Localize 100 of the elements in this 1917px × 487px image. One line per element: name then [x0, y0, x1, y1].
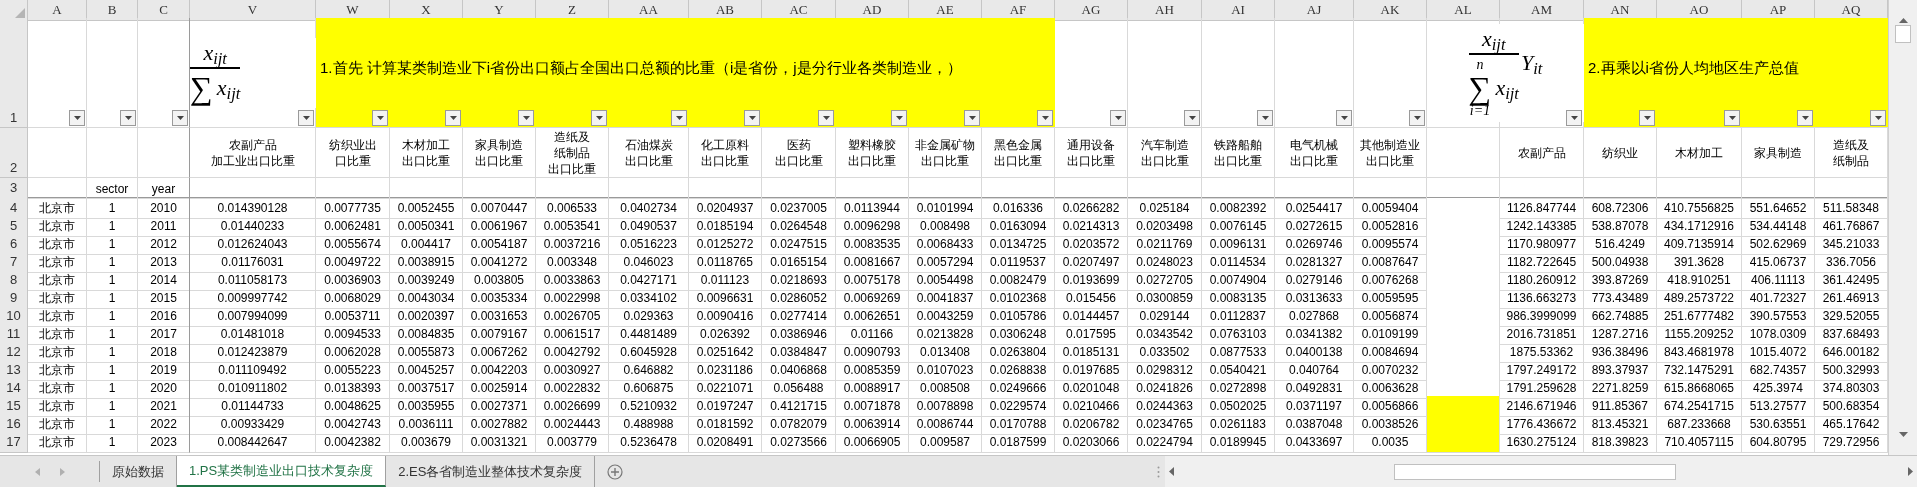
table-cell: 0.0782079 [762, 414, 836, 435]
table-cell: 0.0277414 [762, 306, 836, 327]
column-header[interactable]: AK [1354, 0, 1427, 21]
table-cell: 1 [87, 324, 138, 345]
column-header[interactable]: W [316, 0, 390, 21]
row-header[interactable]: 2 [0, 128, 28, 178]
table-cell: 2271.8259 [1584, 378, 1657, 399]
table-cell: 0.0031321 [463, 432, 536, 453]
row-header[interactable]: 16 [0, 414, 28, 435]
table-cell: 0.0027882 [463, 414, 536, 435]
column-header[interactable]: Y [463, 0, 536, 21]
table-cell: 0.0062028 [316, 342, 390, 363]
table-cell: 818.39823 [1584, 432, 1657, 453]
row-header[interactable]: 4 [0, 198, 28, 219]
table-cell: 534.44148 [1742, 216, 1815, 237]
table-cell: 0.01176031 [190, 252, 316, 273]
table-cell: 0.0045257 [390, 360, 463, 381]
column-header[interactable]: V [190, 0, 316, 21]
table-cell: 0.0022998 [536, 288, 609, 309]
row-header[interactable]: 15 [0, 396, 28, 417]
table-cell: 0.0877533 [1202, 342, 1275, 363]
table-cell: 0.0090793 [836, 342, 909, 363]
column-header[interactable]: A [28, 0, 87, 21]
column-header[interactable]: AF [982, 0, 1055, 21]
column-header[interactable]: AP [1742, 0, 1815, 21]
row-header[interactable]: 3 [0, 178, 28, 199]
column-header[interactable]: AB [689, 0, 762, 21]
column-header[interactable]: AQ [1815, 0, 1888, 21]
table-cell: 0.0025914 [463, 378, 536, 399]
table-cell: 北京市 [28, 324, 87, 345]
column-header[interactable]: AO [1657, 0, 1742, 21]
column-label: 石油煤炭 [624, 136, 673, 153]
row-header[interactable]: 9 [0, 288, 28, 309]
column-header[interactable]: AM [1500, 0, 1584, 21]
column-label: 出口比重 [402, 152, 450, 169]
table-cell: 0.0102368 [982, 288, 1055, 309]
table-cell: 0.0031653 [463, 306, 536, 327]
table-cell: 0.025184 [1128, 198, 1202, 219]
table-cell: 0.0119537 [982, 252, 1055, 273]
row-header[interactable]: 17 [0, 432, 28, 453]
table-cell: 0.0144457 [1055, 306, 1128, 327]
table-cell: 410.7556825 [1657, 198, 1742, 219]
sheet-tab[interactable]: 1.PS某类制造业出口技术复杂度 [177, 456, 387, 487]
row-header[interactable]: 11 [0, 324, 28, 345]
table-cell: 513.27577 [1742, 396, 1815, 417]
column-header[interactable]: AN [1584, 0, 1657, 21]
column-label: 出口比重 [1366, 152, 1414, 169]
table-cell: 0.046023 [609, 252, 689, 273]
table-cell: 0.0068029 [316, 288, 390, 309]
column-header[interactable]: AH [1128, 0, 1202, 21]
table-cell: 0.0406868 [762, 360, 836, 381]
table-cell: 0.5236478 [609, 432, 689, 453]
table-cell: 0.0201048 [1055, 378, 1128, 399]
table-cell: 0.0763103 [1202, 324, 1275, 345]
column-header[interactable]: AG [1055, 0, 1128, 21]
column-label: 出口比重 [774, 152, 823, 169]
table-cell: 418.910251 [1657, 270, 1742, 291]
column-header[interactable]: AI [1202, 0, 1275, 21]
column-header[interactable]: C [138, 0, 190, 21]
table-cell: 843.4681978 [1657, 342, 1742, 363]
table-cell: 北京市 [28, 432, 87, 453]
row-header[interactable]: 5 [0, 216, 28, 237]
table-cell: 0.4481489 [609, 324, 689, 345]
row-header[interactable]: 12 [0, 342, 28, 363]
table-cell: 0.0052455 [390, 198, 463, 219]
table-cell: 0.0078898 [909, 396, 982, 417]
table-cell: 0.0053541 [536, 216, 609, 237]
column-header[interactable]: AD [836, 0, 909, 21]
table-cell: 0.0264548 [762, 216, 836, 237]
row-header[interactable]: 8 [0, 270, 28, 291]
table-cell: 0.0247515 [762, 234, 836, 255]
table-cell: 0.0030927 [536, 360, 609, 381]
row-header[interactable]: 14 [0, 378, 28, 399]
table-cell: 1 [87, 342, 138, 363]
row-header[interactable]: 1 [0, 18, 28, 128]
table-cell: 0.0070447 [463, 198, 536, 219]
column-header[interactable]: AJ [1275, 0, 1354, 21]
table-cell: 415.06737 [1742, 252, 1815, 273]
column-header[interactable]: B [87, 0, 138, 21]
column-label: 塑料橡胶 [848, 136, 896, 153]
column-header[interactable]: AE [909, 0, 982, 21]
table-cell: 0.0341382 [1275, 324, 1354, 345]
formula-upper-limit: n [1476, 58, 1484, 72]
row-header[interactable]: 10 [0, 306, 28, 327]
column-header[interactable]: AL [1427, 0, 1500, 21]
column-header[interactable]: X [390, 0, 463, 21]
column-header[interactable]: AC [762, 0, 836, 21]
table-cell: 0.0165154 [762, 252, 836, 273]
sheet-tab[interactable]: 2.ES各省制造业整体技术复杂度 [386, 456, 596, 487]
table-cell: 0.0203498 [1128, 216, 1202, 237]
table-cell: 0.4121715 [762, 396, 836, 417]
table-cell: 0.009997742 [190, 288, 316, 309]
table-cell: 0.017595 [1055, 324, 1128, 345]
table-cell: 0.0042382 [316, 432, 390, 453]
column-header[interactable]: Z [536, 0, 609, 21]
table-cell: 813.45321 [1584, 414, 1657, 435]
row-header[interactable]: 7 [0, 252, 28, 273]
row-header[interactable]: 13 [0, 360, 28, 381]
row-header[interactable]: 6 [0, 234, 28, 255]
column-header[interactable]: AA [609, 0, 689, 21]
